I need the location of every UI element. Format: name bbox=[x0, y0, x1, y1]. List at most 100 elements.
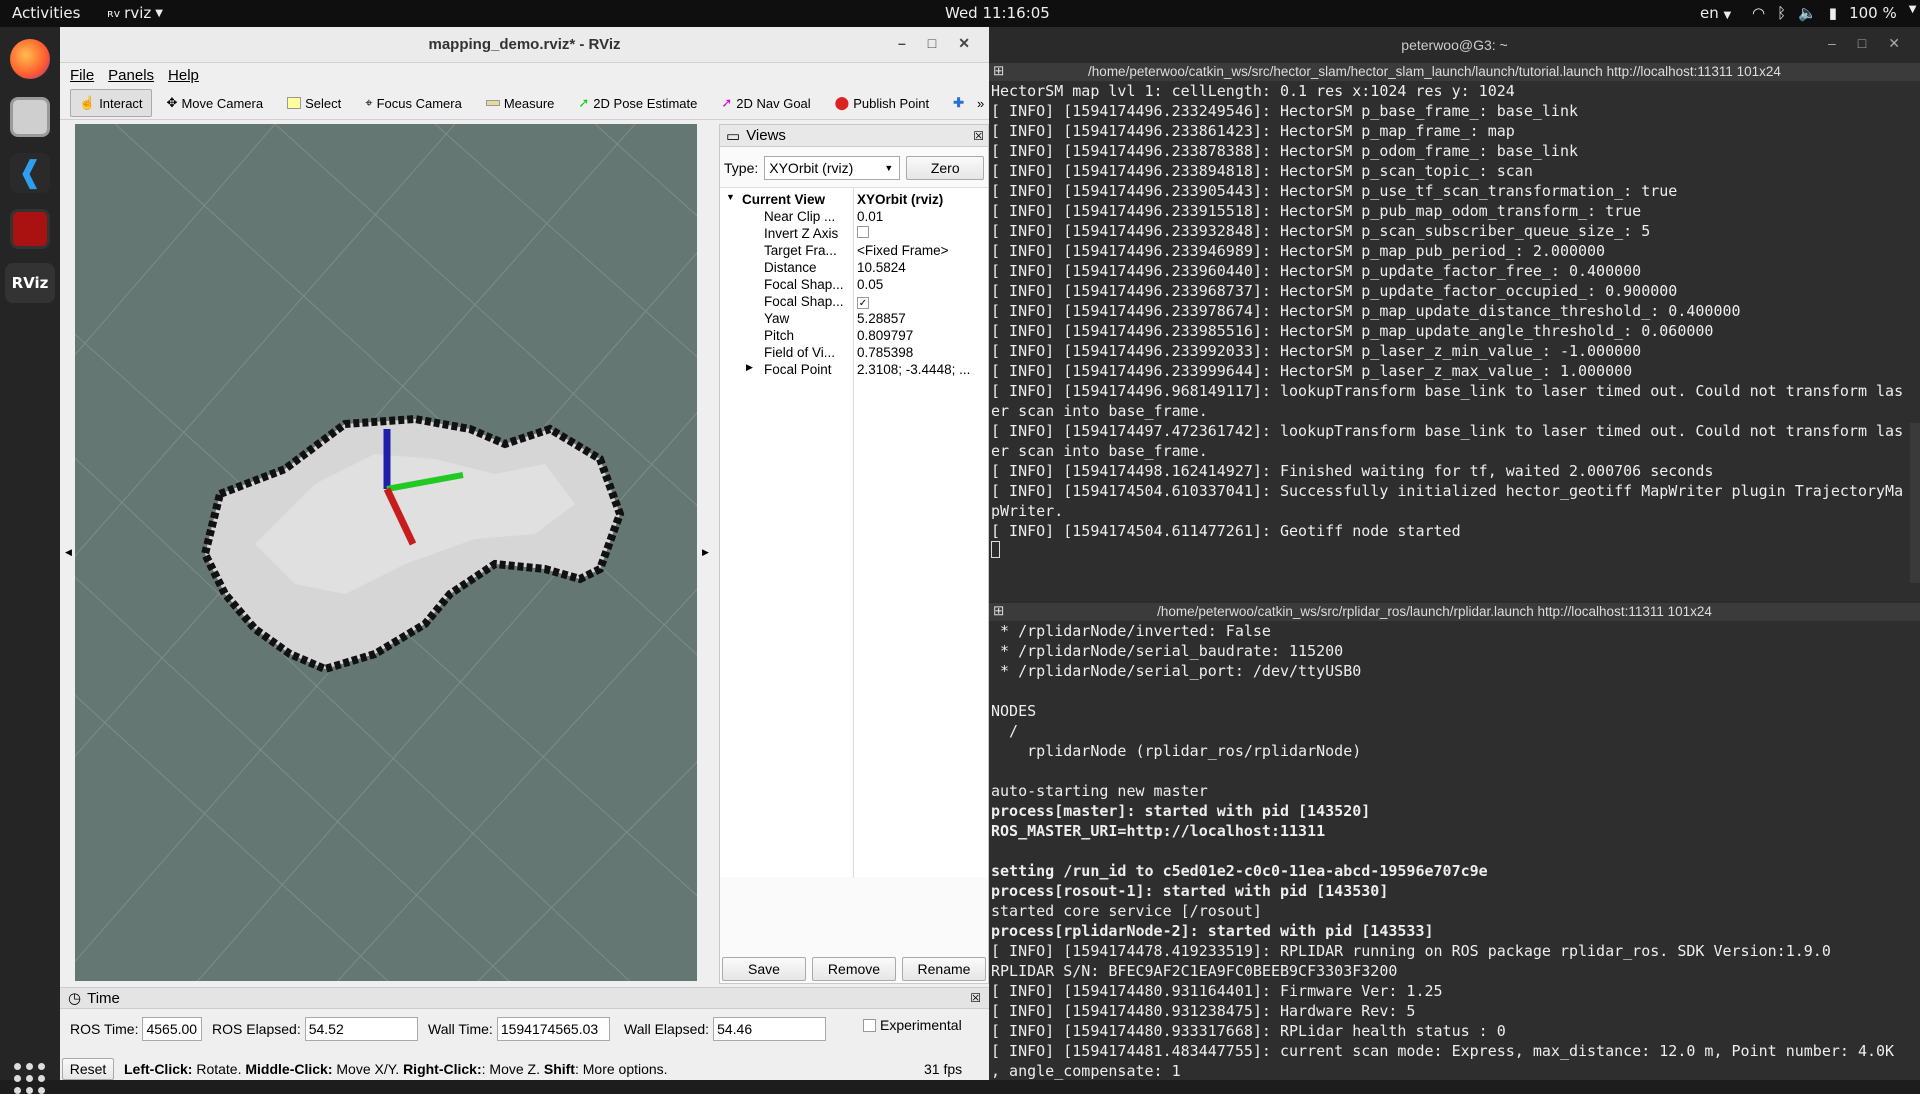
terminal-line: * /rplidarNode/inverted: False bbox=[991, 622, 1271, 640]
rename-button[interactable]: Rename bbox=[902, 957, 986, 981]
property-key: Near Clip ... bbox=[764, 209, 836, 224]
collapse-left-icon[interactable]: ◀ bbox=[65, 547, 72, 558]
battery-icon: ▮ bbox=[1828, 4, 1838, 22]
rviz-titlebar[interactable]: mapping_demo.rviz* - RViz – □ ✕ bbox=[60, 27, 989, 63]
terminal-line: [ INFO] [1594174496.233905443]: HectorSM… bbox=[991, 182, 1678, 200]
terminal-line: HectorSM map lvl 1: cellLength: 0.1 res … bbox=[991, 82, 1515, 100]
files-icon[interactable] bbox=[10, 97, 50, 137]
property-row[interactable]: Focal Shap... ✓ bbox=[720, 294, 988, 311]
vscode-icon[interactable]: ❰ bbox=[10, 153, 50, 193]
maximize-icon[interactable]: □ bbox=[1858, 35, 1866, 52]
terminal-titlebar[interactable]: peterwoo@G3: ~ – □ ✕ bbox=[989, 27, 1920, 63]
expand-icon[interactable]: ▼ bbox=[726, 192, 735, 202]
close-icon[interactable]: ✕ bbox=[958, 35, 970, 52]
terminal-cursor bbox=[991, 541, 1920, 561]
property-row[interactable]: ▼ Current View XYOrbit (rviz) bbox=[720, 192, 988, 209]
zero-button[interactable]: Zero bbox=[906, 156, 985, 180]
terminal-pane-hector[interactable]: ⊞ /home/peterwoo/catkin_ws/src/hector_sl… bbox=[989, 63, 1920, 601]
3d-viewport[interactable] bbox=[75, 124, 697, 981]
wall-time-field[interactable] bbox=[496, 1017, 610, 1041]
chevron-down-icon: ▼ bbox=[1723, 10, 1732, 21]
rviz-window: mapping_demo.rviz* - RViz – □ ✕ File Pan… bbox=[60, 27, 989, 1080]
show-applications-icon[interactable] bbox=[14, 1063, 45, 1094]
app-menu[interactable]: ʀᴠ rviz ▼ bbox=[107, 4, 163, 22]
rviz-icon[interactable]: RViz bbox=[5, 263, 55, 303]
minimize-icon[interactable]: – bbox=[1828, 35, 1836, 52]
remove-button[interactable]: Remove bbox=[812, 957, 896, 981]
ros-time-group: ROS Time: bbox=[70, 1017, 203, 1041]
language-indicator[interactable]: en ▼ bbox=[1700, 4, 1731, 22]
minimize-icon[interactable]: – bbox=[898, 35, 906, 52]
views-button-row: Save Remove Rename bbox=[720, 957, 988, 981]
terminal-line: [ INFO] [1594174504.610337041]: Successf… bbox=[991, 482, 1904, 500]
property-key: Focal Shap... bbox=[764, 277, 844, 292]
green-arrow-icon: ➚ bbox=[578, 95, 590, 110]
video-app-icon[interactable] bbox=[10, 209, 50, 249]
view-type-select[interactable]: XYOrbit (rviz) ▼ bbox=[764, 156, 901, 180]
scrollbar[interactable] bbox=[1910, 423, 1920, 583]
activities-button[interactable]: Activities bbox=[12, 4, 80, 22]
type-label: Type: bbox=[724, 160, 759, 176]
close-icon[interactable]: ✕ bbox=[1888, 35, 1900, 52]
tool-focus-camera[interactable]: ⌖ Focus Camera bbox=[356, 89, 471, 117]
menu-panels[interactable]: Panels bbox=[108, 67, 154, 84]
tool-move-camera[interactable]: ✥ Move Camera bbox=[158, 89, 273, 117]
experimental-label: Experimental bbox=[880, 1017, 962, 1033]
ros-elapsed-label: ROS Elapsed: bbox=[212, 1021, 301, 1037]
save-button[interactable]: Save bbox=[722, 957, 806, 981]
experimental-group: Experimental bbox=[863, 1017, 962, 1033]
property-value: 0.809797 bbox=[857, 328, 914, 343]
chevron-down-icon: ▼ bbox=[884, 163, 894, 173]
property-row[interactable]: Field of Vi... 0.785398 bbox=[720, 345, 988, 362]
property-row[interactable]: ▶ Focal Point 2.3108; -3.4448; ... bbox=[720, 362, 988, 379]
property-row[interactable]: Distance 10.5824 bbox=[720, 260, 988, 277]
terminal-line: [ INFO] [1594174496.233985516]: HectorSM… bbox=[991, 322, 1714, 340]
ros-elapsed-field[interactable] bbox=[304, 1017, 418, 1041]
experimental-checkbox[interactable] bbox=[863, 1018, 876, 1032]
tool-label: 2D Pose Estimate bbox=[593, 95, 698, 111]
property-key: Target Fra... bbox=[764, 243, 837, 258]
more-tools-icon[interactable]: » bbox=[977, 96, 984, 111]
battery-level: 100 % bbox=[1849, 4, 1897, 22]
tool-publish-point[interactable]: ⬤ Publish Point bbox=[826, 89, 938, 117]
focal-shape-checkbox[interactable]: ✓ bbox=[857, 294, 987, 309]
clock[interactable]: Wed 11:16:05 bbox=[945, 4, 1050, 22]
firefox-icon[interactable] bbox=[10, 39, 50, 79]
tool-label: Select bbox=[305, 95, 342, 111]
maximize-icon[interactable]: □ bbox=[928, 35, 936, 52]
fps-counter: 31 fps bbox=[924, 1060, 963, 1077]
close-icon[interactable]: ☒ bbox=[970, 991, 981, 1005]
property-row[interactable]: Near Clip ... 0.01 bbox=[720, 209, 988, 226]
expand-icon[interactable]: ▶ bbox=[746, 362, 753, 373]
property-row[interactable]: Pitch 0.809797 bbox=[720, 328, 988, 345]
wall-elapsed-field[interactable] bbox=[713, 1017, 827, 1041]
property-row[interactable]: Focal Shap... 0.05 bbox=[720, 277, 988, 294]
invert-z-checkbox[interactable] bbox=[857, 226, 987, 241]
close-icon[interactable]: ☒ bbox=[973, 129, 984, 143]
ros-time-field[interactable] bbox=[142, 1017, 203, 1041]
property-row[interactable]: Yaw 5.28857 bbox=[720, 311, 988, 328]
ros-time-label: ROS Time: bbox=[70, 1021, 139, 1037]
tool-measure[interactable]: Measure bbox=[477, 89, 564, 117]
tool-2d-nav-goal[interactable]: ➚ 2D Nav Goal bbox=[712, 89, 819, 117]
property-row[interactable]: Invert Z Axis bbox=[720, 226, 988, 243]
property-row[interactable]: Target Fra... <Fixed Frame> bbox=[720, 243, 988, 260]
tool-2d-pose-estimate[interactable]: ➚ 2D Pose Estimate bbox=[569, 89, 706, 117]
pane-title: /home/peterwoo/catkin_ws/src/rplidar_ros… bbox=[1157, 604, 1712, 619]
tool-interact[interactable]: ☝ Interact bbox=[70, 89, 152, 117]
menu-help[interactable]: Help bbox=[168, 67, 199, 84]
chevron-down-icon: ▼ bbox=[155, 7, 163, 19]
system-tray[interactable]: ◠ ᛒ 🔈 ▮ 100 % ▼ bbox=[1752, 4, 1916, 22]
move-icon: ✥ bbox=[166, 95, 178, 110]
add-tool-button[interactable]: ✚ bbox=[944, 89, 973, 117]
menu-file[interactable]: File bbox=[70, 67, 94, 84]
collapse-right-icon[interactable]: ▶ bbox=[702, 547, 709, 558]
wall-elapsed-label: Wall Elapsed: bbox=[624, 1021, 710, 1037]
wifi-icon: ◠ bbox=[1752, 4, 1766, 22]
terminal-pane-rplidar[interactable]: ⊞ /home/peterwoo/catkin_ws/src/rplidar_r… bbox=[989, 603, 1920, 1080]
tool-select[interactable]: Select bbox=[278, 89, 350, 117]
terminal-line: [ INFO] [1594174496.233946989]: HectorSM… bbox=[991, 242, 1606, 260]
terminal-title: peterwoo@G3: ~ bbox=[1401, 37, 1508, 53]
reset-button[interactable]: Reset bbox=[62, 1057, 114, 1080]
